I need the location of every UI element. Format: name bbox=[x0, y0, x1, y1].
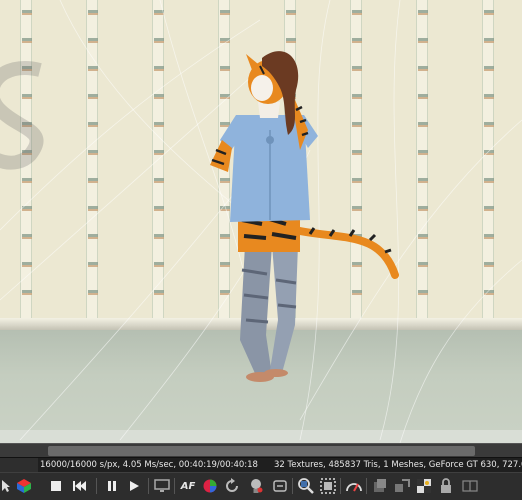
status-bar: 16000/16000 s/px, 4.05 Ms/sec, 00:40:19/… bbox=[0, 457, 522, 473]
display-icon[interactable] bbox=[152, 476, 172, 496]
horizontal-scrollbar[interactable] bbox=[0, 443, 522, 458]
bulb-icon[interactable] bbox=[246, 476, 266, 496]
rewind-icon[interactable] bbox=[70, 476, 90, 496]
render-toolbar: AF bbox=[0, 472, 522, 500]
status-bar-handle[interactable] bbox=[0, 458, 38, 473]
color-picker-icon[interactable] bbox=[200, 476, 220, 496]
toolbar-separator bbox=[148, 478, 149, 494]
toolbar-separator bbox=[96, 478, 97, 494]
layer-a-icon[interactable] bbox=[370, 476, 390, 496]
gauge-icon[interactable] bbox=[344, 476, 364, 496]
zoom-region-icon[interactable] bbox=[296, 476, 316, 496]
autofocus-button[interactable]: AF bbox=[178, 476, 198, 496]
cycle-icon[interactable] bbox=[270, 476, 290, 496]
rotate-icon[interactable] bbox=[222, 476, 242, 496]
toolbar-separator bbox=[366, 478, 367, 494]
tigress-character bbox=[210, 51, 399, 382]
scene-stats-text: 32 Textures, 485837 Tris, 1 Meshes, GeFo… bbox=[274, 460, 522, 470]
compare-icon[interactable] bbox=[414, 476, 434, 496]
region-icon[interactable] bbox=[318, 476, 338, 496]
toolbar-separator bbox=[340, 478, 341, 494]
render-app: 16000/16000 s/px, 4.05 Ms/sec, 00:40:19/… bbox=[0, 0, 522, 500]
split-view-icon[interactable] bbox=[460, 476, 480, 496]
render-viewport[interactable] bbox=[0, 0, 522, 443]
render-stats-text: 16000/16000 s/px, 4.05 Ms/sec, 00:40:19/… bbox=[40, 460, 258, 470]
play-icon[interactable] bbox=[124, 476, 144, 496]
stop-icon[interactable] bbox=[46, 476, 66, 496]
toolbar-separator bbox=[292, 478, 293, 494]
pause-icon[interactable] bbox=[102, 476, 122, 496]
toolbar-separator bbox=[174, 478, 175, 494]
layer-b-icon[interactable] bbox=[392, 476, 412, 496]
lock-icon[interactable] bbox=[436, 476, 456, 496]
scrollbar-thumb[interactable] bbox=[48, 446, 475, 456]
scene-icon[interactable] bbox=[14, 476, 34, 496]
cursor-icon[interactable] bbox=[0, 476, 12, 496]
autofocus-label: AF bbox=[180, 480, 196, 492]
